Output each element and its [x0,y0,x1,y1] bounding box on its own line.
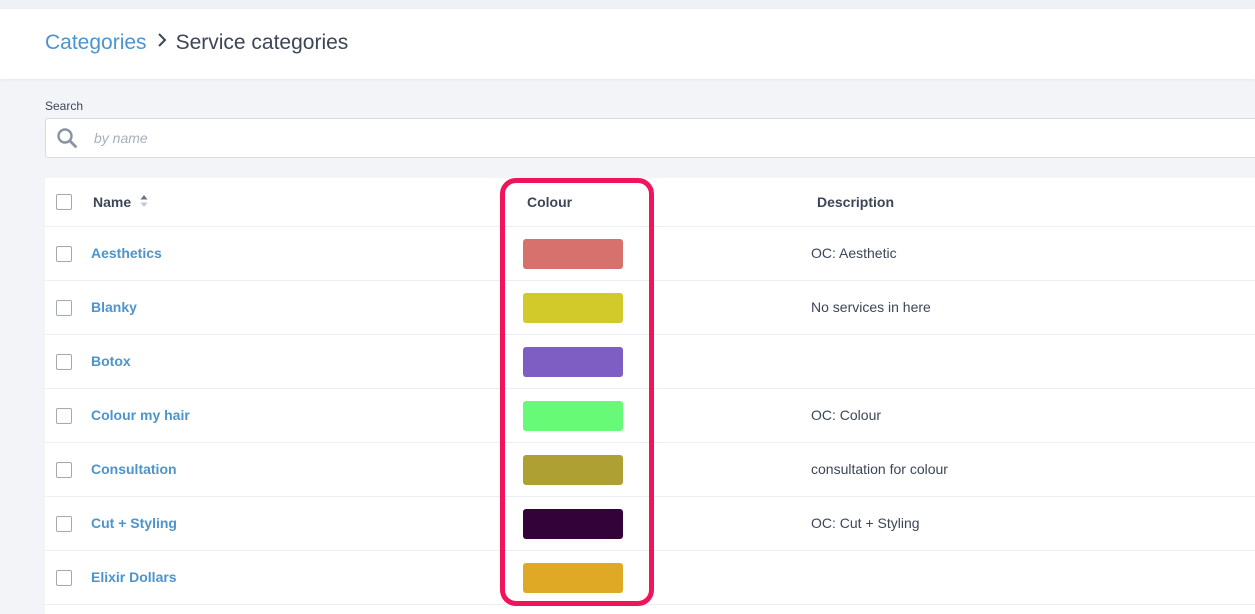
category-description: No services in here [811,299,931,315]
row-checkbox[interactable] [56,246,72,262]
table-header: Name Colour Description [45,178,1255,227]
search-box[interactable] [45,118,1255,158]
sort-icon[interactable] [140,194,148,208]
column-header-colour: Colour [527,194,573,210]
table-row: Consultation consultation for colour [45,443,1255,497]
category-name-link[interactable]: Elixir Dollars [91,569,177,585]
category-name-link[interactable]: Blanky [91,299,137,315]
top-strip [0,0,1255,9]
row-checkbox[interactable] [56,462,72,478]
row-checkbox[interactable] [56,354,72,370]
table-row: Elixir Dollars [45,551,1255,605]
breadcrumb: Categories Service categories [45,31,348,55]
search-icon [57,128,77,148]
colour-swatch [523,563,623,593]
row-checkbox[interactable] [56,408,72,424]
table-row: Aesthetics OC: Aesthetic [45,227,1255,281]
page-title: Service categories [175,31,349,54]
category-description: OC: Aesthetic [811,245,897,261]
page-header: Categories Service categories [0,9,1255,79]
category-description: consultation for colour [811,461,948,477]
search-label: Search [45,99,84,113]
category-name-link[interactable]: Botox [91,353,131,369]
column-header-description: Description [817,194,895,210]
category-description: OC: Colour [811,407,882,423]
category-name-link[interactable]: Consultation [91,461,177,477]
table-row: Colour my hair OC: Colour [45,389,1255,443]
category-name-link[interactable]: Colour my hair [91,407,190,423]
table-row: Cut + Styling OC: Cut + Styling [45,497,1255,551]
colour-swatch [523,401,623,431]
category-name-link[interactable]: Aesthetics [91,245,162,261]
category-description: OC: Cut + Styling [811,515,920,531]
row-checkbox[interactable] [56,570,72,586]
table-row: Botox [45,335,1255,389]
select-all-checkbox[interactable] [56,194,72,210]
column-header-name[interactable]: Name [93,194,148,210]
category-name-link[interactable]: Cut + Styling [91,515,177,531]
colour-swatch [523,455,623,485]
categories-table: Name Colour Description Aesthetics OC: A… [45,178,1255,614]
breadcrumb-categories-link[interactable]: Categories [45,31,147,55]
colour-swatch [523,347,623,377]
table-row: Blanky No services in here [45,281,1255,335]
search-input[interactable] [94,120,1194,156]
column-header-name-label: Name [93,194,132,210]
colour-swatch [523,293,623,323]
colour-swatch [523,509,623,539]
colour-swatch [523,239,623,269]
row-checkbox[interactable] [56,516,72,532]
row-checkbox[interactable] [56,300,72,316]
chevron-right-icon [157,31,167,53]
